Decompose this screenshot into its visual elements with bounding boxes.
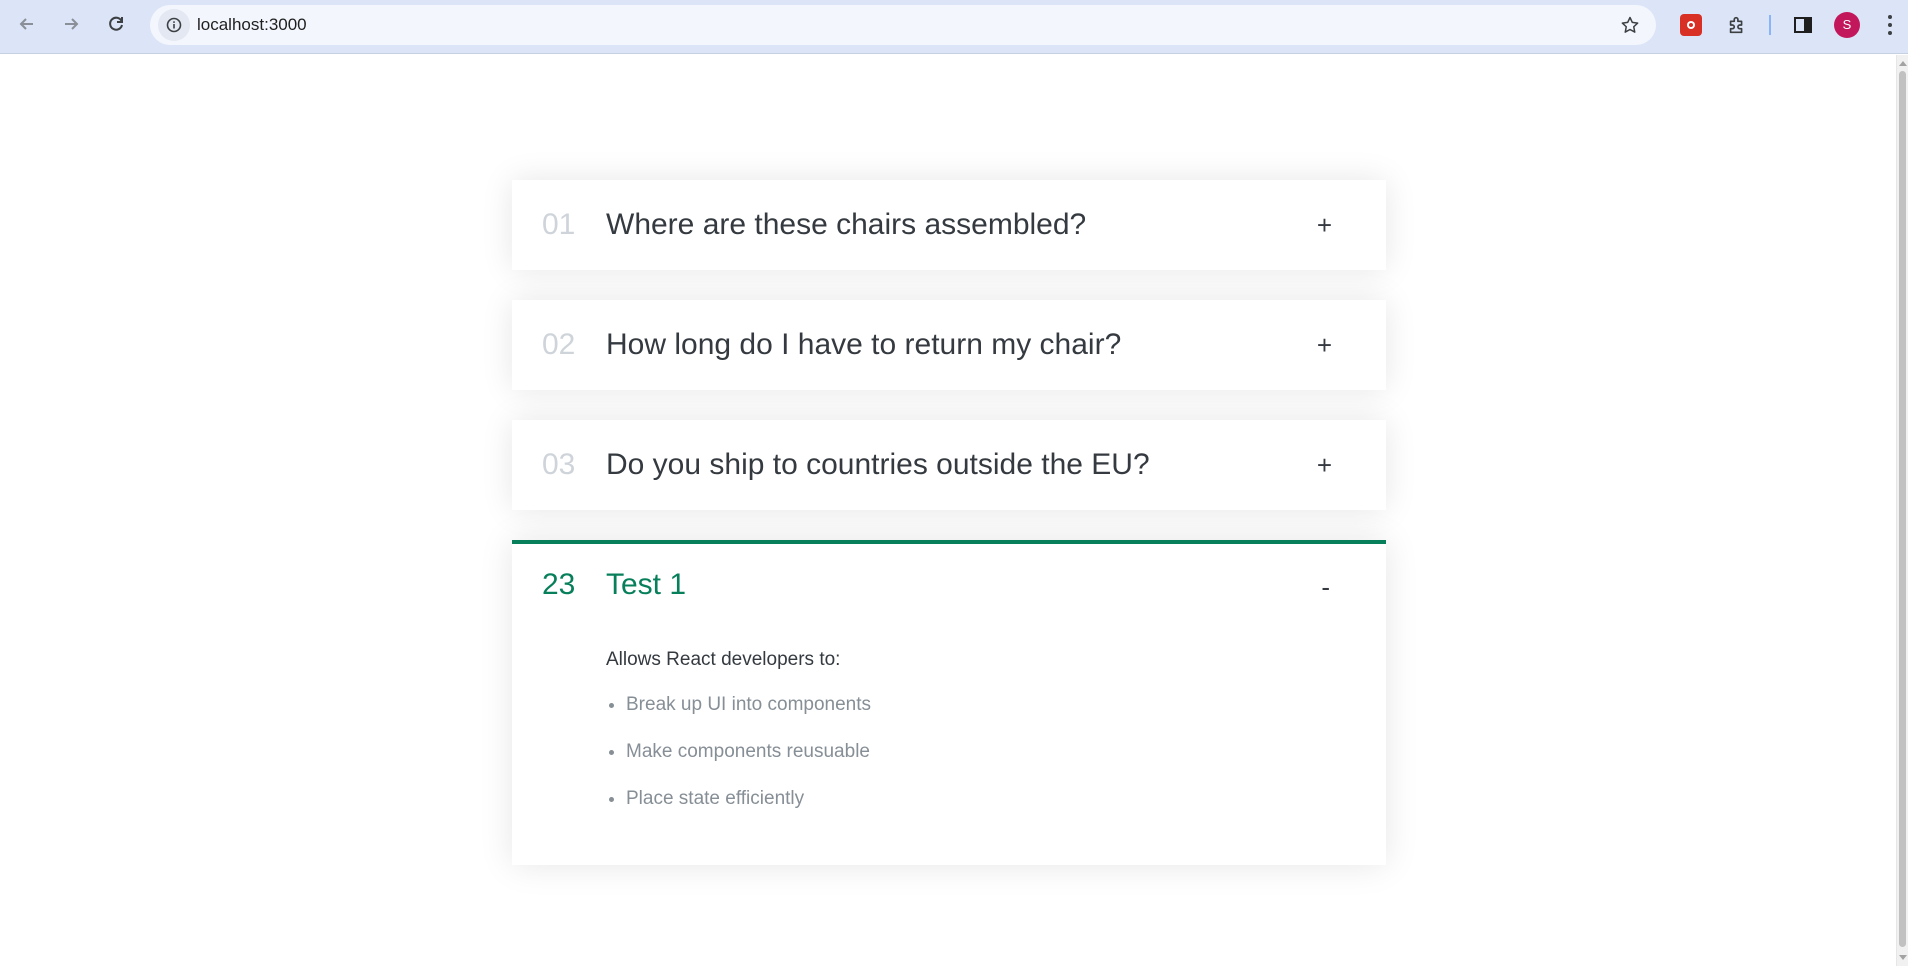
reload-button[interactable] [98,6,134,42]
puzzle-icon [1729,16,1743,34]
bookmark-button[interactable] [1616,11,1644,39]
page-content: 01 Where are these chairs assembled? + 0… [0,55,1896,966]
side-panel-button[interactable] [1788,10,1818,40]
extension-button[interactable] [1676,10,1706,40]
expand-icon[interactable]: + [1317,300,1332,390]
side-panel-icon [1794,17,1812,33]
faq-accordion: 01 Where are these chairs assembled? + 0… [512,180,1386,895]
answer-list-item: Break up UI into components [626,691,1306,719]
faq-item-number: 01 [542,208,576,241]
answer-intro: Allows React developers to: [606,649,841,670]
collapse-icon[interactable]: - [1321,544,1330,626]
site-info-button[interactable] [158,9,190,41]
faq-item-number: 02 [542,328,576,361]
answer-list-item: Place state efficiently [626,785,1306,813]
answer-list: Break up UI into components Make compone… [606,691,1306,813]
extensions-button[interactable] [1722,10,1752,40]
faq-item-2[interactable]: 02 How long do I have to return my chair… [512,300,1386,390]
extension-icon [1680,14,1702,36]
star-icon [1621,16,1639,33]
expand-icon[interactable]: + [1317,180,1332,270]
page-scrollbar[interactable] [1896,55,1908,966]
toolbar-divider [1769,15,1771,35]
reload-icon [109,16,123,31]
faq-item-title: Test 1 [606,568,687,601]
faq-item-title: How long do I have to return my chair? [606,328,1122,361]
scroll-down-arrow-icon[interactable] [1899,955,1907,960]
faq-answer: Allows React developers to: Break up UI … [606,646,1306,832]
back-button[interactable] [9,6,45,42]
answer-list-item: Make components reusuable [626,738,1306,766]
arrow-right-icon [65,18,79,30]
address-bar[interactable]: localhost:3000 [150,5,1656,45]
arrow-left-icon [19,18,33,30]
browser-menu-icon[interactable] [1880,12,1900,38]
profile-avatar[interactable]: S [1834,12,1860,38]
forward-button[interactable] [53,6,89,42]
faq-item-title: Where are these chairs assembled? [606,208,1087,241]
faq-item-4-open[interactable]: 23 Test 1 - Allows React developers to: … [512,540,1386,865]
faq-item-title: Do you ship to countries outside the EU? [606,448,1150,481]
scroll-up-arrow-icon[interactable] [1899,61,1907,66]
expand-icon[interactable]: + [1317,420,1332,510]
faq-item-1[interactable]: 01 Where are these chairs assembled? + [512,180,1386,270]
browser-toolbar: localhost:3000 S [0,0,1908,54]
info-icon [166,17,182,33]
scroll-thumb[interactable] [1899,71,1906,947]
faq-item-3[interactable]: 03 Do you ship to countries outside the … [512,420,1386,510]
faq-item-number: 23 [542,568,576,601]
faq-item-number: 03 [542,448,576,481]
url-text[interactable]: localhost:3000 [197,5,307,45]
